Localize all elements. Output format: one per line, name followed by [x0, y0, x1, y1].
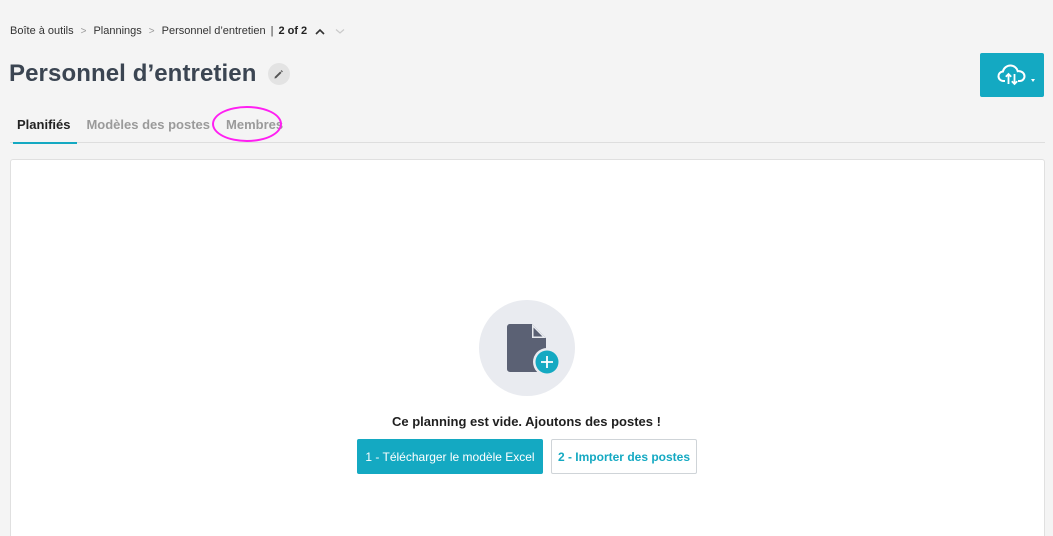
tab-planifies[interactable]: Planifiés [10, 117, 78, 144]
new-document-icon [507, 324, 561, 376]
caret-down-icon [1031, 79, 1035, 82]
tab-label: Modèles des postes [86, 117, 211, 132]
edit-title-button[interactable] [267, 63, 290, 85]
breadcrumb: Boîte à outils > Plannings > Personnel d… [10, 24, 347, 38]
breadcrumb-item-current: Personnel d’entretien [161, 25, 266, 37]
tab-modeles-des-postes[interactable]: Modèles des postes [79, 117, 217, 143]
chevron-up-icon[interactable] [313, 24, 327, 38]
download-excel-template-button[interactable]: 1 - Télécharger le modèle Excel [357, 439, 543, 474]
tab-label: Membres [226, 117, 284, 132]
breadcrumb-pipe: | [270, 25, 274, 37]
breadcrumb-separator: > [148, 25, 155, 37]
empty-state-illustration [479, 300, 575, 396]
pencil-icon [274, 69, 283, 79]
breadcrumb-pager: 2 of 2 [278, 25, 308, 37]
page-title: Personnel d’entretien [9, 60, 257, 87]
tab-label: Planifiés [17, 117, 71, 132]
chevron-down-icon[interactable] [333, 24, 347, 38]
breadcrumb-separator: > [80, 25, 87, 37]
tab-membres[interactable]: Membres [212, 106, 290, 143]
import-shifts-button[interactable]: 2 - Importer des postes [551, 439, 697, 474]
tab-bar: Planifiés Modèles des postes Membres [10, 106, 1045, 144]
cloud-upload-download-icon [997, 64, 1026, 86]
breadcrumb-item-plannings[interactable]: Plannings [93, 25, 141, 37]
cloud-sync-dropdown-button[interactable] [980, 53, 1044, 97]
breadcrumb-item-toolbox[interactable]: Boîte à outils [10, 25, 74, 37]
title-row: Personnel d’entretien [9, 60, 290, 88]
empty-state-message: Ce planning est vide. Ajoutons des poste… [392, 414, 661, 429]
